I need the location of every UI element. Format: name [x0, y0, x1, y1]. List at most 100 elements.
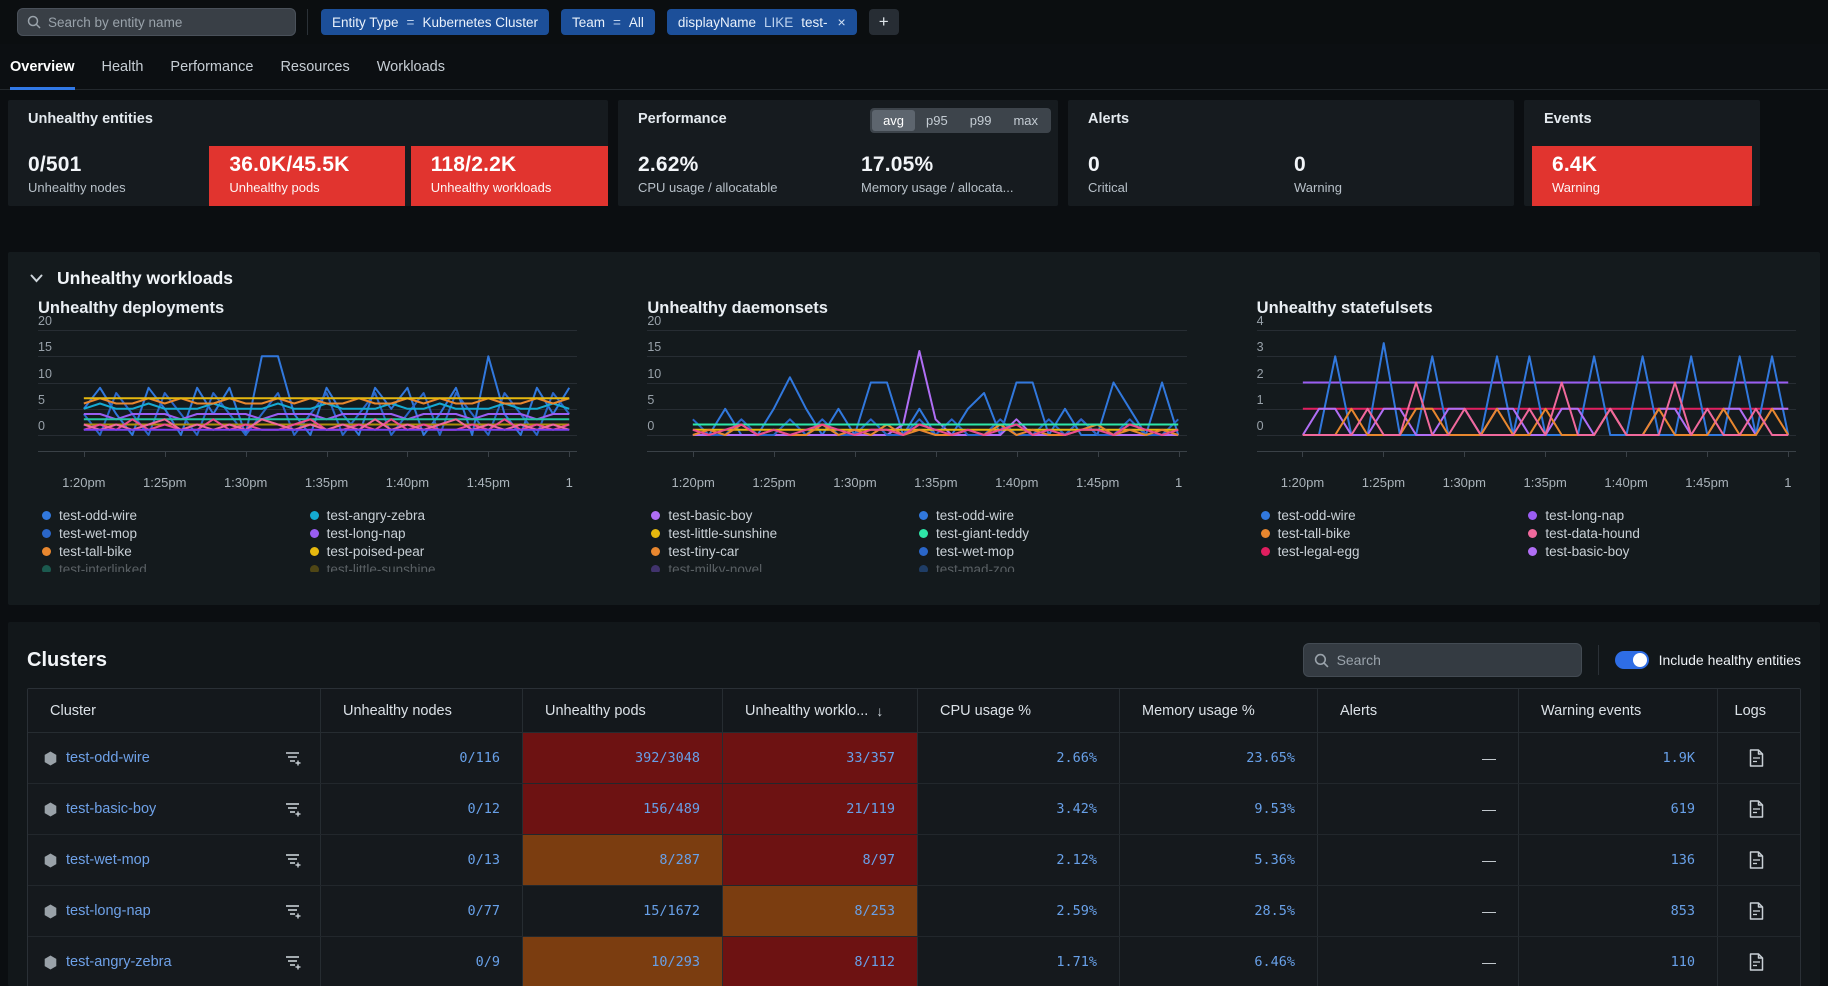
chart-plot[interactable]: 43210	[1257, 320, 1796, 470]
chart-plot[interactable]: 20151050	[647, 320, 1186, 470]
card-stats: 0/501Unhealthy nodes36.0K/45.5KUnhealthy…	[8, 146, 608, 206]
legend-item[interactable]: test-basic-boy	[1528, 542, 1796, 560]
column-header-unhealthy-nodes[interactable]: Unhealthy nodes	[321, 689, 523, 732]
legend-item[interactable]: test-tall-bike	[42, 542, 310, 560]
range-option-avg[interactable]: avg	[872, 110, 915, 131]
legend-item[interactable]: test-odd-wire	[42, 506, 310, 524]
legend-item[interactable]: test-odd-wire	[919, 506, 1187, 524]
collapse-chevron-icon[interactable]	[30, 274, 43, 283]
stat: 17.05%Memory usage / allocata...	[841, 146, 1058, 206]
chart-plot[interactable]: 20151050	[38, 320, 577, 470]
column-header-warning-events[interactable]: Warning events	[1519, 689, 1718, 732]
legend-item[interactable]: test-interlinked	[42, 560, 310, 572]
stat-label: Warning	[1294, 180, 1458, 195]
column-header-alerts[interactable]: Alerts	[1318, 689, 1519, 732]
tab-performance[interactable]: Performance	[170, 44, 253, 89]
legend-dot-icon	[651, 529, 660, 538]
table-row: test-wet-mop0/138/2878/972.12%5.36%—136	[28, 835, 1800, 886]
tab-overview[interactable]: Overview	[10, 44, 75, 89]
filter-add-icon[interactable]	[285, 954, 302, 970]
log-document-icon[interactable]	[1749, 749, 1764, 767]
logs-cell[interactable]	[1718, 886, 1800, 936]
search-icon	[27, 15, 41, 29]
filter-add-icon[interactable]	[285, 801, 302, 817]
legend-item[interactable]: test-data-hound	[1528, 524, 1796, 542]
stat-label: Unhealthy nodes	[28, 180, 187, 195]
column-header-unhealthy-worklo-[interactable]: Unhealthy worklo...↓	[723, 689, 918, 732]
legend-item[interactable]: test-tiny-car	[651, 542, 919, 560]
legend-item[interactable]: test-basic-boy	[651, 506, 919, 524]
logs-cell[interactable]	[1718, 733, 1800, 783]
tab-workloads[interactable]: Workloads	[377, 44, 445, 89]
cluster-link[interactable]: test-long-nap	[66, 903, 151, 919]
stat-value: 0	[1088, 153, 1252, 177]
range-option-p99[interactable]: p99	[959, 110, 1003, 131]
x-tick-label: 1	[1784, 475, 1791, 490]
column-header-logs[interactable]: Logs	[1718, 689, 1800, 732]
column-header-cluster[interactable]: Cluster	[28, 689, 321, 732]
legend-item[interactable]: test-angry-zebra	[310, 506, 578, 524]
legend-item[interactable]: test-long-nap	[1528, 506, 1796, 524]
legend-item[interactable]: test-little-sunshine	[651, 524, 919, 542]
log-document-icon[interactable]	[1749, 851, 1764, 869]
table-body: test-odd-wire0/116392/304833/3572.66%23.…	[28, 733, 1800, 986]
column-header-unhealthy-pods[interactable]: Unhealthy pods	[523, 689, 723, 732]
legend-item[interactable]: test-legal-egg	[1261, 542, 1529, 560]
logs-cell[interactable]	[1718, 937, 1800, 986]
filter-chip[interactable]: displayNameLIKEtest-×	[667, 9, 857, 35]
legend-item[interactable]: test-wet-mop	[919, 542, 1187, 560]
x-tick-label: 1:20pm	[62, 475, 105, 490]
range-option-max[interactable]: max	[1002, 110, 1049, 131]
clusters-panel: Clusters Include healthy entities Cluste…	[8, 622, 1820, 986]
filter-chip[interactable]: Entity Type=Kubernetes Cluster	[321, 9, 549, 35]
cluster-link[interactable]: test-angry-zebra	[66, 954, 172, 970]
include-healthy-toggle[interactable]	[1615, 651, 1649, 669]
add-filter-button[interactable]: +	[869, 9, 899, 35]
legend-item[interactable]: test-milky-novel	[651, 560, 919, 572]
filter-chip[interactable]: Team=All	[561, 9, 655, 35]
filter-add-icon[interactable]	[285, 750, 302, 766]
stat-value: 2.62%	[638, 153, 819, 177]
x-tick-label: 1:25pm	[143, 475, 186, 490]
cluster-link[interactable]: test-odd-wire	[66, 750, 150, 766]
close-icon[interactable]: ×	[838, 14, 846, 30]
legend-item[interactable]: test-long-nap	[310, 524, 578, 542]
legend-item[interactable]: test-little-sunshine	[310, 560, 578, 572]
legend-item[interactable]: test-mad-zoo	[919, 560, 1187, 572]
unhealthy-nodes-cell: 0/77	[321, 886, 523, 936]
legend-item[interactable]: test-giant-teddy	[919, 524, 1187, 542]
column-header-cpu-usage-[interactable]: CPU usage %	[918, 689, 1120, 732]
tab-health[interactable]: Health	[102, 44, 144, 89]
unhealthy-workloads-panel: Unhealthy workloads Unhealthy deployment…	[8, 252, 1820, 605]
unhealthy-pods-cell: 392/3048	[523, 733, 723, 783]
range-option-p95[interactable]: p95	[915, 110, 959, 131]
table-row: test-odd-wire0/116392/304833/3572.66%23.…	[28, 733, 1800, 784]
log-document-icon[interactable]	[1749, 953, 1764, 971]
log-document-icon[interactable]	[1749, 800, 1764, 818]
entity-search[interactable]	[17, 8, 296, 36]
log-document-icon[interactable]	[1749, 902, 1764, 920]
legend-empty	[1261, 560, 1529, 572]
filter-add-icon[interactable]	[285, 852, 302, 868]
legend-item[interactable]: test-wet-mop	[42, 524, 310, 542]
tab-resources[interactable]: Resources	[280, 44, 349, 89]
filter-add-icon[interactable]	[285, 903, 302, 919]
chart-legend: test-odd-wiretest-tall-biketest-legal-eg…	[1257, 506, 1796, 572]
x-tick-label: 1:20pm	[671, 475, 714, 490]
logs-cell[interactable]	[1718, 835, 1800, 885]
column-header-memory-usage-[interactable]: Memory usage %	[1120, 689, 1318, 732]
legend-item[interactable]: test-tall-bike	[1261, 524, 1529, 542]
chart-unhealthy-statefulsets: Unhealthy statefulsets432101:20pm1:25pm1…	[1257, 299, 1796, 572]
clusters-search-input[interactable]	[1337, 652, 1571, 668]
unhealthy-pods-cell: 10/293	[523, 937, 723, 986]
entity-search-input[interactable]	[48, 15, 286, 30]
legend-item[interactable]: test-odd-wire	[1261, 506, 1529, 524]
cluster-link[interactable]: test-wet-mop	[66, 852, 150, 868]
logs-cell[interactable]	[1718, 784, 1800, 834]
search-icon	[1314, 653, 1329, 668]
cluster-link[interactable]: test-basic-boy	[66, 801, 156, 817]
clusters-search[interactable]	[1303, 643, 1582, 677]
column-header-label: Alerts	[1340, 703, 1377, 719]
x-axis-line	[1257, 451, 1796, 452]
legend-item[interactable]: test-poised-pear	[310, 542, 578, 560]
